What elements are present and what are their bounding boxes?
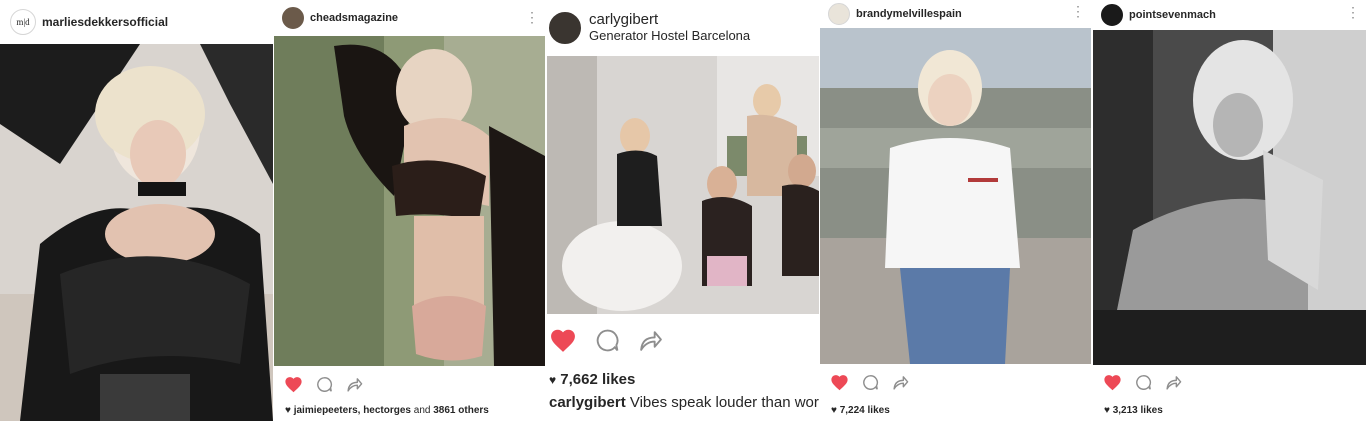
post-cheadsmagazine: cheadsmagazine ⋮ ♥ jaimiepeeters, hector… bbox=[274, 0, 545, 421]
more-options-icon[interactable]: ⋮ bbox=[525, 10, 539, 24]
post-actions bbox=[820, 370, 1091, 394]
post-pointsevenmach: pointsevenmach ⋮ ♥ 3,213 likes bbox=[1093, 0, 1366, 421]
caption-username[interactable]: carlygibert bbox=[549, 394, 626, 411]
likes-heart-icon: ♥ bbox=[549, 373, 557, 387]
photo-group-girls-balcony bbox=[547, 56, 819, 314]
likes-count[interactable]: 7,662 likes bbox=[560, 371, 635, 388]
post-username[interactable]: brandymelvillespain bbox=[856, 8, 962, 20]
heart-icon[interactable] bbox=[549, 328, 577, 353]
avatar[interactable] bbox=[549, 12, 581, 44]
avatar[interactable] bbox=[282, 7, 304, 29]
post-username[interactable]: pointsevenmach bbox=[1129, 9, 1216, 21]
photo-woman-black-lace bbox=[0, 44, 273, 421]
heart-icon[interactable] bbox=[284, 376, 303, 393]
likes-and: and bbox=[411, 405, 434, 416]
caption-text: Vibes speak louder than words bbox=[625, 394, 819, 411]
post-actions bbox=[274, 372, 545, 396]
share-icon[interactable] bbox=[892, 374, 909, 391]
post-location[interactable]: Generator Hostel Barcelona bbox=[589, 28, 750, 44]
heart-icon[interactable] bbox=[1103, 374, 1122, 391]
photo-woman-lingerie bbox=[274, 36, 545, 366]
avatar[interactable] bbox=[828, 3, 850, 25]
likes-line: ♥ jaimiepeeters, hectorges and 3861 othe… bbox=[285, 405, 489, 416]
avatar[interactable]: m|d bbox=[10, 9, 36, 35]
post-photo[interactable] bbox=[0, 44, 273, 421]
more-options-icon[interactable]: ⋮ bbox=[1071, 4, 1085, 18]
avatar[interactable] bbox=[1101, 4, 1123, 26]
post-caption: carlygibert Vibes speak louder than word… bbox=[549, 394, 819, 411]
likes-heart-icon: ♥ bbox=[285, 405, 291, 416]
post-marliesdekkersofficial: m|d marliesdekkersofficial bbox=[0, 0, 273, 421]
likes-others[interactable]: 3861 others bbox=[433, 405, 489, 416]
likes-count[interactable]: 7,224 likes bbox=[840, 405, 890, 416]
comment-icon[interactable] bbox=[862, 374, 879, 391]
share-icon[interactable] bbox=[1165, 374, 1182, 391]
photo-woman-white-tee bbox=[820, 28, 1091, 364]
post-photo[interactable] bbox=[547, 56, 819, 314]
likes-line[interactable]: ♥ 7,224 likes bbox=[831, 405, 890, 416]
comment-icon[interactable] bbox=[1135, 374, 1152, 391]
post-username[interactable]: carlygibert bbox=[589, 12, 750, 28]
post-carlygibert: carlygibert Generator Hostel Barcelona ♥… bbox=[547, 0, 819, 421]
post-header: brandymelvillespain ⋮ bbox=[820, 0, 1091, 28]
share-icon[interactable] bbox=[638, 328, 663, 353]
post-actions bbox=[547, 325, 819, 355]
post-brandymelvillespain: brandymelvillespain ⋮ ♥ 7,224 likes bbox=[820, 0, 1091, 421]
likes-line[interactable]: ♥ 3,213 likes bbox=[1104, 405, 1163, 416]
post-username[interactable]: marliesdekkersofficial bbox=[42, 15, 168, 29]
avatar-text: m|d bbox=[16, 17, 30, 27]
likes-line[interactable]: ♥ 7,662 likes bbox=[549, 371, 635, 388]
post-photo[interactable] bbox=[1093, 30, 1366, 365]
more-options-icon[interactable]: ⋮ bbox=[1346, 5, 1360, 19]
photo-woman-black-white bbox=[1093, 30, 1366, 365]
post-actions bbox=[1093, 370, 1366, 394]
post-header: m|d marliesdekkersofficial bbox=[0, 0, 273, 44]
likes-heart-icon: ♥ bbox=[831, 405, 837, 416]
comment-icon[interactable] bbox=[316, 376, 333, 393]
post-header: cheadsmagazine ⋮ bbox=[274, 0, 545, 36]
post-username[interactable]: cheadsmagazine bbox=[310, 12, 398, 24]
heart-icon[interactable] bbox=[830, 374, 849, 391]
header-text: carlygibert Generator Hostel Barcelona bbox=[589, 12, 750, 44]
share-icon[interactable] bbox=[346, 376, 363, 393]
likes-count[interactable]: 3,213 likes bbox=[1113, 405, 1163, 416]
post-photo[interactable] bbox=[820, 28, 1091, 364]
post-header: pointsevenmach ⋮ bbox=[1093, 0, 1366, 30]
post-photo[interactable] bbox=[274, 36, 545, 366]
comment-icon[interactable] bbox=[595, 328, 620, 353]
post-header: carlygibert Generator Hostel Barcelona bbox=[547, 0, 819, 56]
likes-names[interactable]: jaimiepeeters, hectorges bbox=[294, 405, 411, 416]
likes-heart-icon: ♥ bbox=[1104, 405, 1110, 416]
